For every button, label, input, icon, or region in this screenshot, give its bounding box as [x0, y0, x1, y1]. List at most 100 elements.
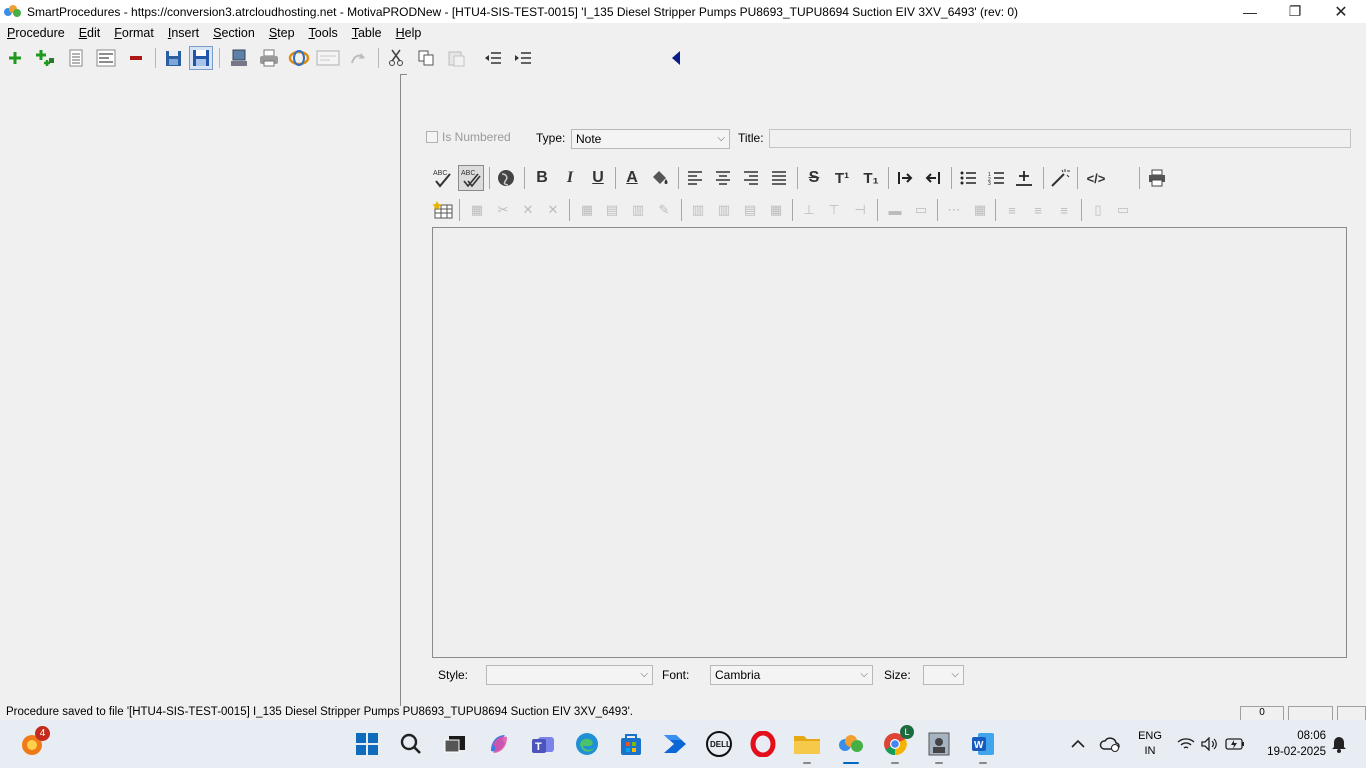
insert-column-left-button[interactable]: ▥ [685, 197, 711, 223]
pane-splitter[interactable] [400, 74, 407, 706]
table-properties-button[interactable]: ▦ [464, 197, 490, 223]
store-button[interactable] [615, 728, 647, 760]
show-hidden-icons-button[interactable] [1066, 728, 1090, 760]
menu-format[interactable]: Format [114, 26, 154, 40]
cell-align-right-button[interactable]: ≡ [1051, 197, 1077, 223]
menu-edit[interactable]: Edit [79, 26, 101, 40]
sync-button[interactable] [287, 46, 311, 70]
row-height-button[interactable]: ▭ [1110, 197, 1136, 223]
underline-button[interactable]: U [585, 165, 611, 191]
justify-button[interactable] [766, 165, 792, 191]
align-right-button[interactable] [738, 165, 764, 191]
insert-table-button[interactable] [430, 197, 456, 223]
menu-insert[interactable]: Insert [168, 26, 199, 40]
search-button[interactable] [395, 728, 427, 760]
increase-indent-button[interactable] [892, 165, 918, 191]
dell-app-button[interactable]: DELL [703, 728, 735, 760]
save-local-button[interactable] [162, 46, 186, 70]
split-vertical-button[interactable]: ▦ [967, 197, 993, 223]
smartprocedures-taskbar-button[interactable] [835, 728, 867, 764]
print-editor-button[interactable] [1144, 165, 1170, 191]
outline-button[interactable] [94, 46, 118, 70]
publish-button[interactable] [227, 46, 251, 70]
close-button[interactable]: ✕ [1318, 0, 1364, 23]
merge-right-button[interactable]: ⊣ [847, 197, 873, 223]
edit-cell-button[interactable]: ✎ [651, 197, 677, 223]
bold-button[interactable]: B [529, 165, 555, 191]
style-select[interactable]: ⌵ [486, 665, 653, 685]
procedure-tree-pane[interactable] [0, 74, 401, 705]
minimize-button[interactable]: — [1227, 0, 1273, 23]
file-explorer-button[interactable] [791, 728, 823, 764]
copy-button[interactable] [414, 46, 438, 70]
type-select[interactable]: Note ⌵ [571, 129, 730, 149]
split-cells-button[interactable]: ▭ [908, 197, 934, 223]
menu-help[interactable]: Help [396, 26, 422, 40]
delete-item-button[interactable] [124, 46, 148, 70]
teams-button[interactable]: T [527, 728, 559, 760]
start-button[interactable] [351, 728, 383, 760]
indent-button[interactable] [511, 46, 535, 70]
merge-down-button[interactable]: ⊤ [821, 197, 847, 223]
collapse-pane-button[interactable] [664, 46, 688, 70]
align-left-button[interactable] [682, 165, 708, 191]
strikethrough-button[interactable]: S [801, 165, 827, 191]
web-link-button[interactable] [493, 165, 519, 191]
delete-column-button[interactable]: ✕ [540, 197, 566, 223]
add-sub-item-button[interactable] [33, 46, 57, 70]
battery-button[interactable] [1222, 728, 1248, 760]
insert-row-above-button[interactable]: ▤ [737, 197, 763, 223]
column-width-button[interactable]: ▯ [1085, 197, 1111, 223]
menu-procedure[interactable]: Procedure [7, 26, 65, 40]
opera-button[interactable] [747, 728, 779, 760]
row-properties-button[interactable]: ▤ [599, 197, 625, 223]
merge-up-button[interactable]: ⊥ [796, 197, 822, 223]
size-select[interactable]: ⌵ [923, 665, 964, 685]
menu-table[interactable]: Table [352, 26, 382, 40]
clean-format-button[interactable] [1047, 165, 1073, 191]
spell-check-button[interactable]: ABC [430, 165, 456, 191]
is-numbered-checkbox[interactable] [426, 131, 438, 143]
superscript-button[interactable]: T¹ [829, 165, 855, 191]
chrome-button[interactable]: L [879, 725, 914, 764]
cell-align-center-button[interactable]: ≡ [1025, 197, 1051, 223]
clock[interactable]: 08:06 19-02-2025 [1254, 728, 1326, 760]
align-center-button[interactable] [710, 165, 736, 191]
highlight-color-button[interactable] [647, 165, 673, 191]
bulleted-list-button[interactable] [955, 165, 981, 191]
wifi-button[interactable] [1174, 728, 1198, 760]
power-automate-button[interactable] [659, 728, 691, 760]
outdent-button[interactable] [481, 46, 505, 70]
menu-tools[interactable]: Tools [309, 26, 338, 40]
column-properties-button[interactable]: ▥ [625, 197, 651, 223]
card-button[interactable] [316, 46, 340, 70]
redo-button[interactable] [346, 46, 370, 70]
language-indicator[interactable]: ENG IN [1134, 729, 1166, 759]
cell-align-left-button[interactable]: ≡ [999, 197, 1025, 223]
split-horizontal-button[interactable]: ⋯ [941, 197, 967, 223]
add-item-button[interactable] [3, 46, 27, 70]
paste-button[interactable] [444, 46, 468, 70]
widgets-button[interactable]: 4 [17, 726, 50, 760]
notifications-button[interactable] [1328, 728, 1350, 760]
font-select[interactable]: Cambria ⌵ [710, 665, 873, 685]
cut-button[interactable] [384, 46, 408, 70]
step-content-editor[interactable] [432, 227, 1347, 658]
remote-app-button[interactable] [923, 728, 955, 764]
insert-horizontal-line-button[interactable] [1011, 165, 1037, 191]
insert-row-below-button[interactable]: ▦ [763, 197, 789, 223]
print-button[interactable] [257, 46, 281, 70]
font-color-button[interactable]: A [619, 165, 645, 191]
task-view-button[interactable] [439, 728, 471, 760]
cell-properties-button[interactable]: ▦ [574, 197, 600, 223]
maximize-button[interactable]: ❐ [1272, 0, 1318, 23]
italic-button[interactable]: I [557, 165, 583, 191]
numbered-list-button[interactable]: 123 [983, 165, 1009, 191]
delete-table-button[interactable]: ✂ [490, 197, 516, 223]
properties-button[interactable] [64, 46, 88, 70]
subscript-button[interactable]: T₁ [858, 165, 884, 191]
merge-cells-button[interactable]: ▬ [882, 197, 908, 223]
menu-step[interactable]: Step [269, 26, 295, 40]
word-button[interactable]: W [967, 728, 999, 764]
html-source-button[interactable]: </> [1081, 165, 1111, 191]
